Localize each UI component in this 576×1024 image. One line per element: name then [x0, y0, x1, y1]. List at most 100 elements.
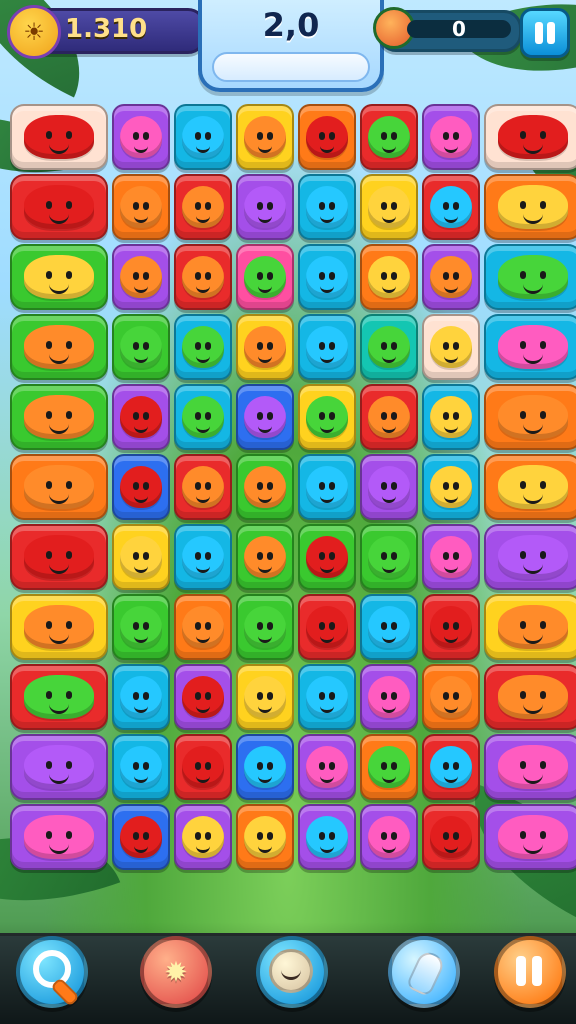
- board-tile[interactable]: [298, 174, 356, 240]
- board-tile[interactable]: [10, 664, 108, 730]
- board-tile[interactable]: [422, 104, 480, 170]
- board-tile[interactable]: [422, 524, 480, 590]
- board-tile[interactable]: [112, 804, 170, 870]
- board-tile[interactable]: [298, 664, 356, 730]
- board-tile[interactable]: [422, 314, 480, 380]
- board-tile[interactable]: [10, 804, 108, 870]
- creature-mouth: [196, 772, 210, 783]
- board-tile[interactable]: [360, 524, 418, 590]
- bomb-booster-button[interactable]: ✹: [140, 936, 212, 1008]
- board-tile[interactable]: [112, 384, 170, 450]
- board-tile[interactable]: [174, 244, 232, 310]
- board-tile[interactable]: [360, 454, 418, 520]
- board-tile[interactable]: [236, 594, 294, 660]
- board-tile[interactable]: [10, 454, 108, 520]
- board-tile[interactable]: [422, 664, 480, 730]
- board-tile[interactable]: [422, 384, 480, 450]
- board-tile[interactable]: [112, 454, 170, 520]
- board-tile[interactable]: [174, 524, 232, 590]
- character-button[interactable]: [256, 936, 328, 1008]
- board-tile[interactable]: [484, 384, 576, 450]
- magnifier-button[interactable]: [16, 936, 88, 1008]
- board-tile[interactable]: [236, 664, 294, 730]
- pause-button-top[interactable]: [520, 8, 570, 58]
- board-tile[interactable]: [174, 664, 232, 730]
- board-tile[interactable]: [112, 594, 170, 660]
- board-tile[interactable]: [298, 454, 356, 520]
- board-tile[interactable]: [484, 804, 576, 870]
- board-tile[interactable]: [484, 664, 576, 730]
- board-tile[interactable]: [174, 104, 232, 170]
- board-tile[interactable]: [298, 244, 356, 310]
- board-tile[interactable]: [10, 104, 108, 170]
- board-tile[interactable]: [298, 314, 356, 380]
- board-tile[interactable]: [10, 594, 108, 660]
- creature-eye-right: [143, 692, 149, 700]
- board-tile[interactable]: [236, 384, 294, 450]
- board-tile[interactable]: [236, 804, 294, 870]
- board-tile[interactable]: [112, 244, 170, 310]
- board-tile[interactable]: [236, 244, 294, 310]
- board-tile[interactable]: [10, 384, 108, 450]
- board-tile[interactable]: [298, 104, 356, 170]
- board-tile[interactable]: [112, 174, 170, 240]
- board-tile[interactable]: [422, 174, 480, 240]
- board-tile[interactable]: [360, 384, 418, 450]
- board-tile[interactable]: [112, 664, 170, 730]
- board-tile[interactable]: [112, 314, 170, 380]
- board-tile[interactable]: [10, 734, 108, 800]
- board-tile[interactable]: [112, 734, 170, 800]
- board-tile[interactable]: [484, 104, 576, 170]
- board-tile[interactable]: [174, 804, 232, 870]
- board-tile[interactable]: [360, 594, 418, 660]
- board-tile[interactable]: [484, 174, 576, 240]
- board-tile[interactable]: [10, 314, 108, 380]
- board-tile[interactable]: [236, 314, 294, 380]
- board-tile[interactable]: [112, 524, 170, 590]
- board-tile[interactable]: [360, 734, 418, 800]
- board-tile[interactable]: [10, 244, 108, 310]
- board-tile[interactable]: [298, 734, 356, 800]
- board-tile[interactable]: [360, 664, 418, 730]
- board-tile[interactable]: [174, 384, 232, 450]
- board-tile[interactable]: [360, 104, 418, 170]
- creature-icon: [182, 746, 224, 788]
- board-tile[interactable]: [10, 174, 108, 240]
- board-tile[interactable]: [298, 384, 356, 450]
- board-tile[interactable]: [236, 104, 294, 170]
- board-tile[interactable]: [174, 314, 232, 380]
- board-tile[interactable]: [484, 594, 576, 660]
- board-tile[interactable]: [10, 524, 108, 590]
- creature-icon: [244, 606, 286, 648]
- board-tile[interactable]: [422, 454, 480, 520]
- board-tile[interactable]: [422, 734, 480, 800]
- board-tile[interactable]: [484, 454, 576, 520]
- board-tile[interactable]: [360, 244, 418, 310]
- creature-eye-right: [143, 832, 149, 840]
- board-tile[interactable]: [484, 734, 576, 800]
- pause-button-bottom[interactable]: [494, 936, 566, 1008]
- board-tile[interactable]: [174, 454, 232, 520]
- board-tile[interactable]: [360, 804, 418, 870]
- board-tile[interactable]: [174, 594, 232, 660]
- board-tile[interactable]: [236, 454, 294, 520]
- rocket-booster-button[interactable]: [388, 936, 460, 1008]
- board-tile[interactable]: [298, 804, 356, 870]
- board-tile[interactable]: [236, 524, 294, 590]
- board-tile[interactable]: [298, 524, 356, 590]
- board-tile[interactable]: [298, 594, 356, 660]
- board-tile[interactable]: [422, 804, 480, 870]
- board-tile[interactable]: [174, 174, 232, 240]
- board-tile[interactable]: [360, 314, 418, 380]
- creature-eye-left: [133, 692, 139, 700]
- board-tile[interactable]: [484, 314, 576, 380]
- board-tile[interactable]: [422, 594, 480, 660]
- board-tile[interactable]: [484, 244, 576, 310]
- board-tile[interactable]: [236, 734, 294, 800]
- board-tile[interactable]: [112, 104, 170, 170]
- board-tile[interactable]: [236, 174, 294, 240]
- board-tile[interactable]: [484, 524, 576, 590]
- board-tile[interactable]: [360, 174, 418, 240]
- board-tile[interactable]: [174, 734, 232, 800]
- board-tile[interactable]: [422, 244, 480, 310]
